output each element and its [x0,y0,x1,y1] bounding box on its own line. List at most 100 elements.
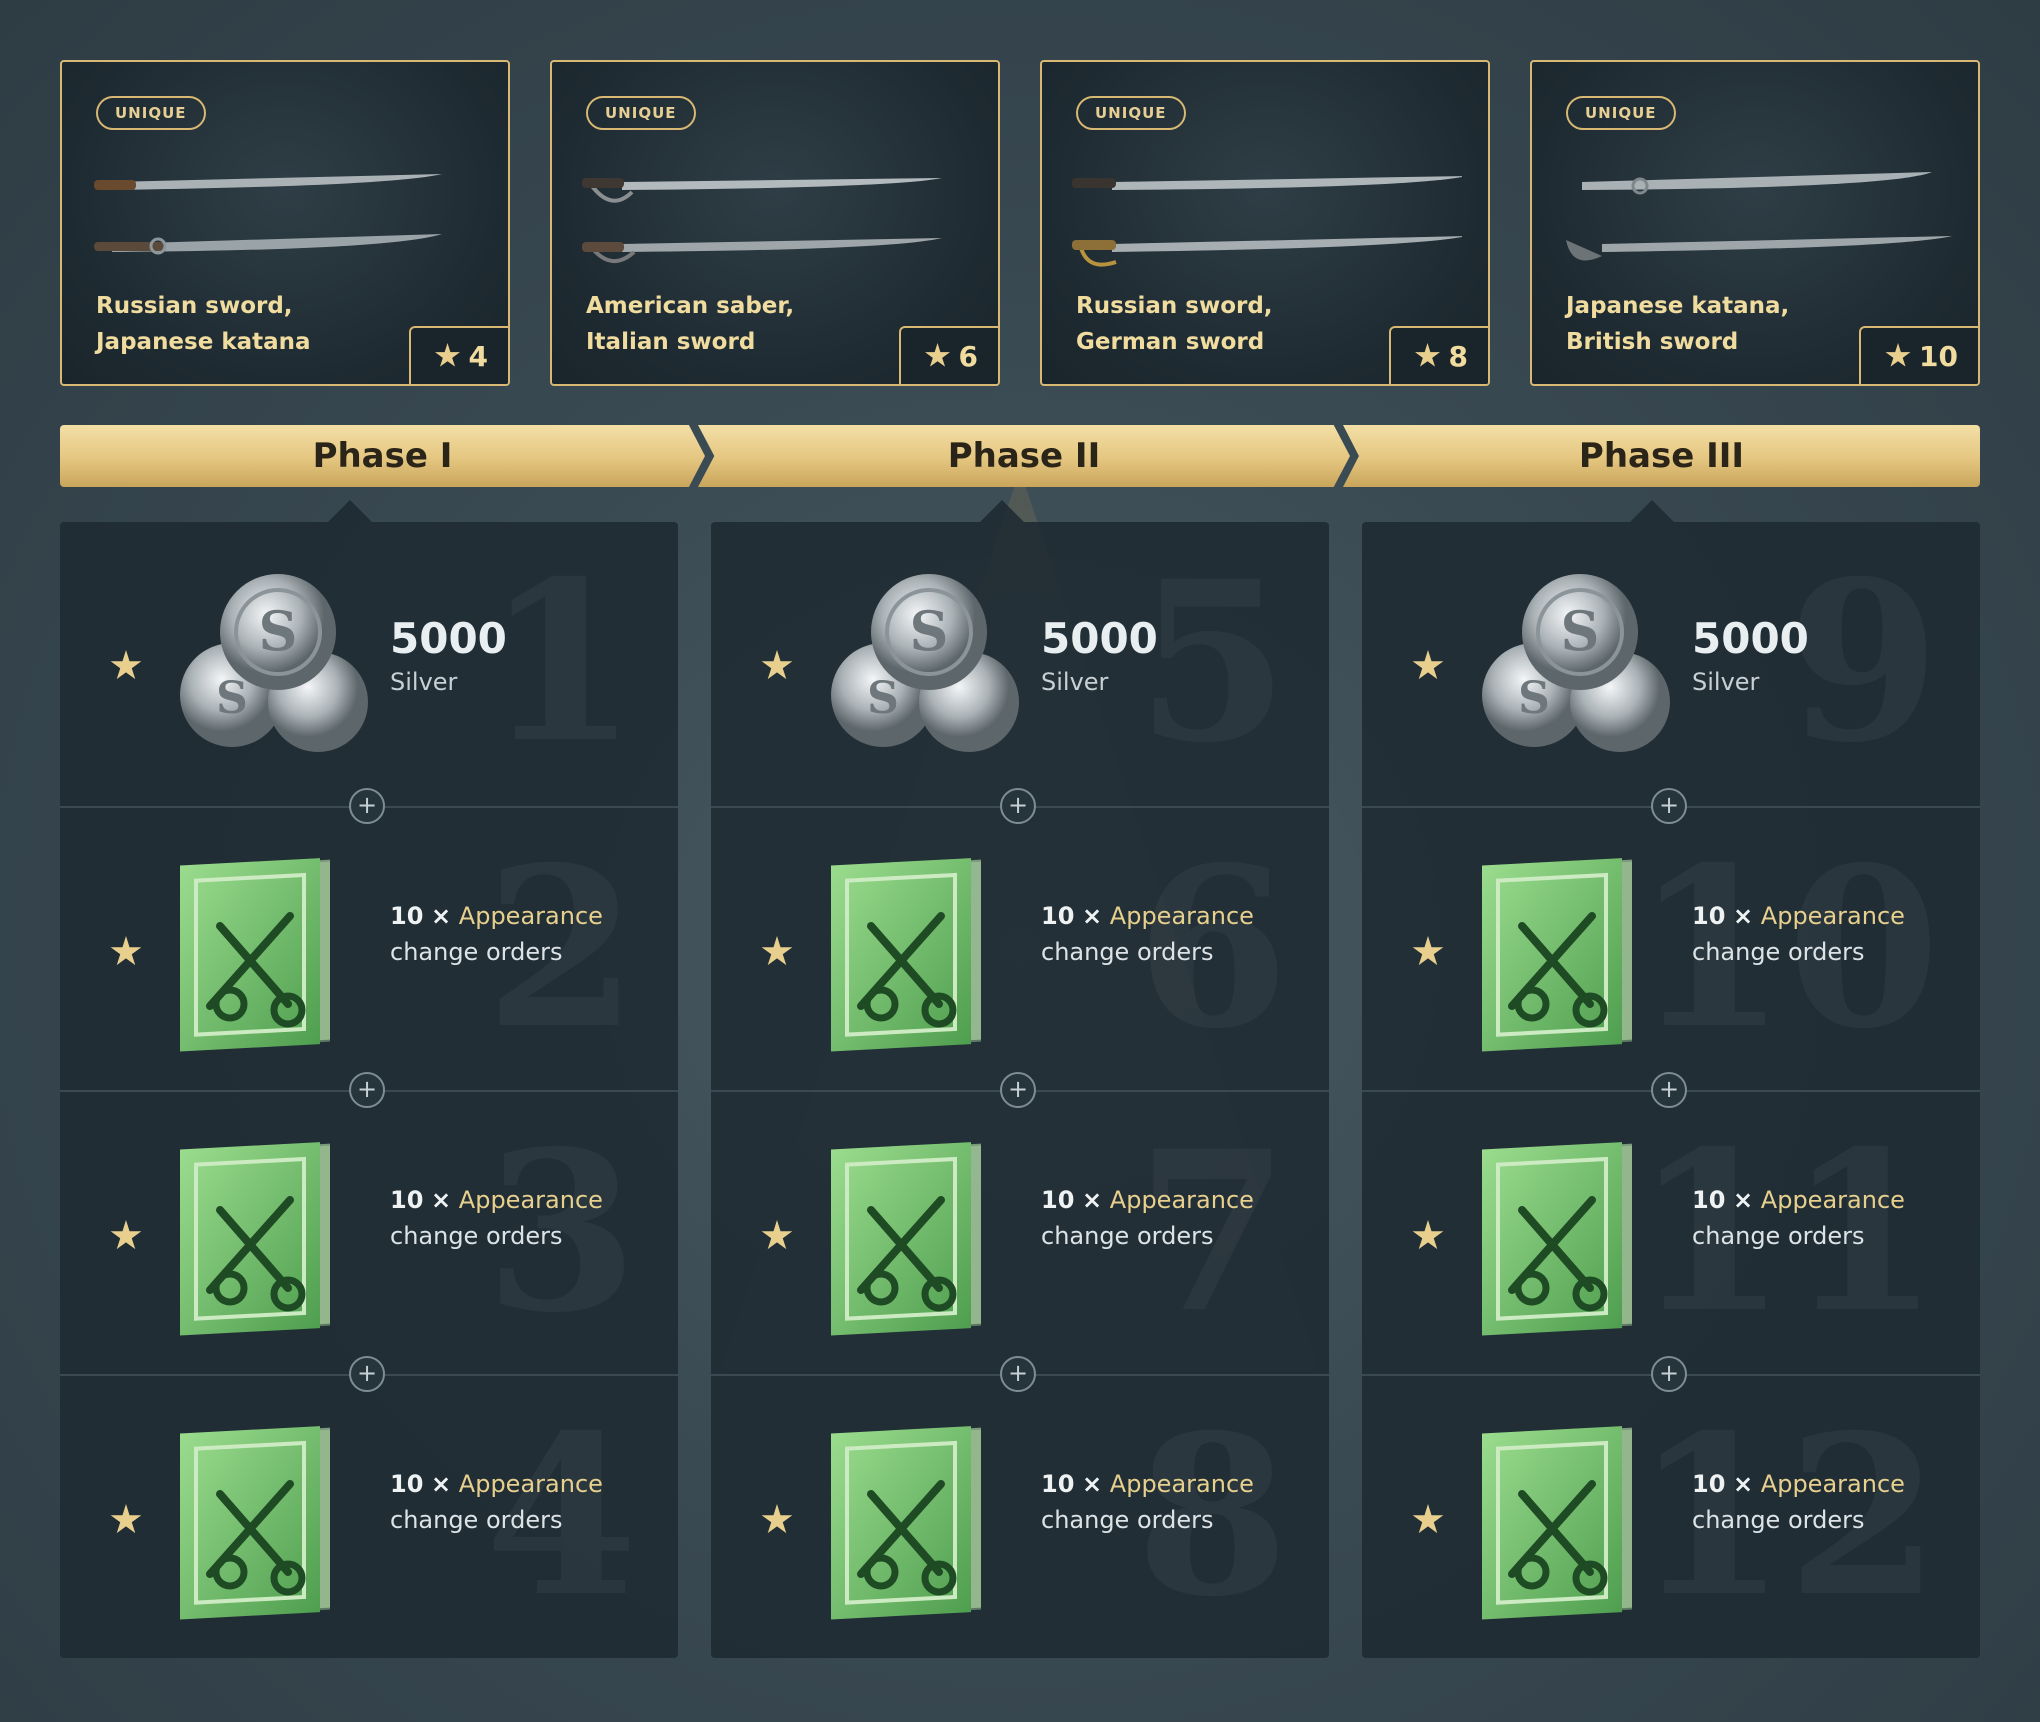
appearance-orders-icon [831,1142,981,1336]
reward-row-orders[interactable]: 3 10 × Appearancechange orders [60,1090,678,1376]
reward-row-orders[interactable]: 12 10 × Appearancechange orders [1362,1374,1980,1660]
tab-phase-1[interactable]: Phase I [60,425,705,487]
swords-icon [1566,172,1952,261]
phase-pointer [328,500,372,522]
silver-amount: 5000 [1692,614,1809,663]
reward-number: 5 [1136,552,1289,772]
plus-icon: + [1000,1072,1036,1108]
appearance-orders-icon [180,1142,330,1336]
reward-card-1[interactable]: UNIQUE Russian sword, Japanese katana 4 [60,60,510,386]
orders-label: 10 × Appearance change orders [1041,1186,1254,1250]
silver-amount: 5000 [390,614,507,663]
orders-label: 10 × Appearance change orders [1041,902,1254,966]
star-icon [761,1220,793,1250]
phase-pointer [1630,500,1674,522]
star-icon [110,936,142,966]
swords-icon [1072,176,1462,267]
orders-label: 10 × Appearance change orders [390,1186,603,1250]
unique-badge: UNIQUE [586,96,696,130]
silver-label: Silver [390,668,458,696]
star-icon [1412,936,1444,966]
unique-badge: UNIQUE [96,96,206,130]
reward-row-orders[interactable]: 4 10 × Appearancechange orders [60,1374,678,1660]
reward-row-orders[interactable]: 2 10 × Appearancechange orders [60,806,678,1092]
orders-label: 10 × Appearance change orders [1692,1470,1905,1534]
unique-badge: UNIQUE [1566,96,1676,130]
star-icon [1412,1220,1444,1250]
star-icon [110,650,142,680]
reward-row-orders[interactable]: 8 10 × Appearancechange orders [711,1374,1329,1660]
rank-requirement: 4 [408,326,508,384]
silver-label: Silver [1041,668,1109,696]
appearance-orders-icon [180,1426,330,1620]
star-icon [761,650,793,680]
plus-icon: + [349,1072,385,1108]
reward-number: 1 [485,552,638,772]
phase-pointer [980,500,1024,522]
card-title: Russian sword, Japanese katana [96,293,311,355]
reward-card-2[interactable]: UNIQUE American saber, Italian sword 6 [550,60,1000,386]
star-icon [1415,343,1440,367]
orders-label: 10 × Appearance change orders [1692,1186,1905,1250]
silver-coins-icon: S S [831,574,1019,752]
star-icon [761,1504,793,1534]
silver-coins-icon: S S [1482,574,1670,752]
svg-text:S: S [867,673,899,724]
orders-label: 10 × Appearance change orders [390,902,603,966]
svg-text:S: S [259,599,298,663]
reward-cards: UNIQUE Russian sword, Japanese katana 4 U… [60,60,1980,390]
reward-card-4[interactable]: UNIQUE Japanese katana, British sword 10 [1530,60,1980,386]
silver-coins-icon: S S [180,574,368,752]
phase-bar: Phase I Phase II Phase III [60,425,1980,487]
plus-icon: + [1000,788,1036,824]
svg-text:S: S [1561,599,1600,663]
star-icon [925,343,950,367]
reward-card-3[interactable]: UNIQUE Russian sword, German sword 8 [1040,60,1490,386]
appearance-orders-icon [1482,858,1632,1052]
star-icon [110,1504,142,1534]
rank-requirement: 6 [898,326,998,384]
appearance-orders-icon [831,858,981,1052]
card-title: American saber, Italian sword [586,293,795,355]
star-icon [1412,1504,1444,1534]
reward-row-orders[interactable]: 10 10 × Appearancechange orders [1362,806,1980,1092]
star-icon [110,1220,142,1250]
star-icon [1412,650,1444,680]
svg-text:S: S [216,673,248,724]
appearance-orders-icon [1482,1142,1632,1336]
star-icon [1885,343,1911,367]
svg-text:S: S [910,599,949,663]
plus-icon: + [1651,1356,1687,1392]
phase-column-2: 5 S S 5000 Silver 6 10 × Appear [711,500,1329,1660]
card-title: Russian sword, German sword [1076,293,1273,355]
rank-requirement: 10 [1859,326,1978,384]
silver-label: Silver [1692,668,1760,696]
plus-icon: + [349,1356,385,1392]
reward-row-orders[interactable]: 7 10 × Appearancechange orders [711,1090,1329,1376]
plus-icon: + [1651,788,1687,824]
swords-icon [94,174,442,255]
plus-icon: + [349,788,385,824]
unique-badge: UNIQUE [1076,96,1186,130]
plus-icon: + [1651,1072,1687,1108]
swords-icon [582,178,942,263]
reward-row-silver[interactable]: 1 S S 5000 Silver [60,522,678,806]
star-icon [761,936,793,966]
reward-number: 9 [1787,552,1940,772]
reward-row-silver[interactable]: 9 S S 5000 Silver [1362,522,1980,806]
card-title: Japanese katana, British sword [1566,293,1790,355]
orders-label: 10 × Appearance change orders [1692,902,1905,966]
star-icon [435,343,460,367]
orders-label: 10 × Appearance change orders [390,1470,603,1534]
silver-amount: 5000 [1041,614,1158,663]
rank-requirement: 8 [1388,326,1488,384]
tab-phase-2[interactable]: Phase II [698,425,1350,487]
appearance-orders-icon [831,1426,981,1620]
reward-row-orders[interactable]: 6 10 × Appearancechange orders [711,806,1329,1092]
tab-phase-3[interactable]: Phase III [1343,425,1980,487]
appearance-orders-icon [1482,1426,1632,1620]
svg-text:S: S [1518,673,1550,724]
orders-label: 10 × Appearance change orders [1041,1470,1254,1534]
reward-row-orders[interactable]: 11 10 × Appearancechange orders [1362,1090,1980,1376]
reward-row-silver[interactable]: 5 S S 5000 Silver [711,522,1329,806]
